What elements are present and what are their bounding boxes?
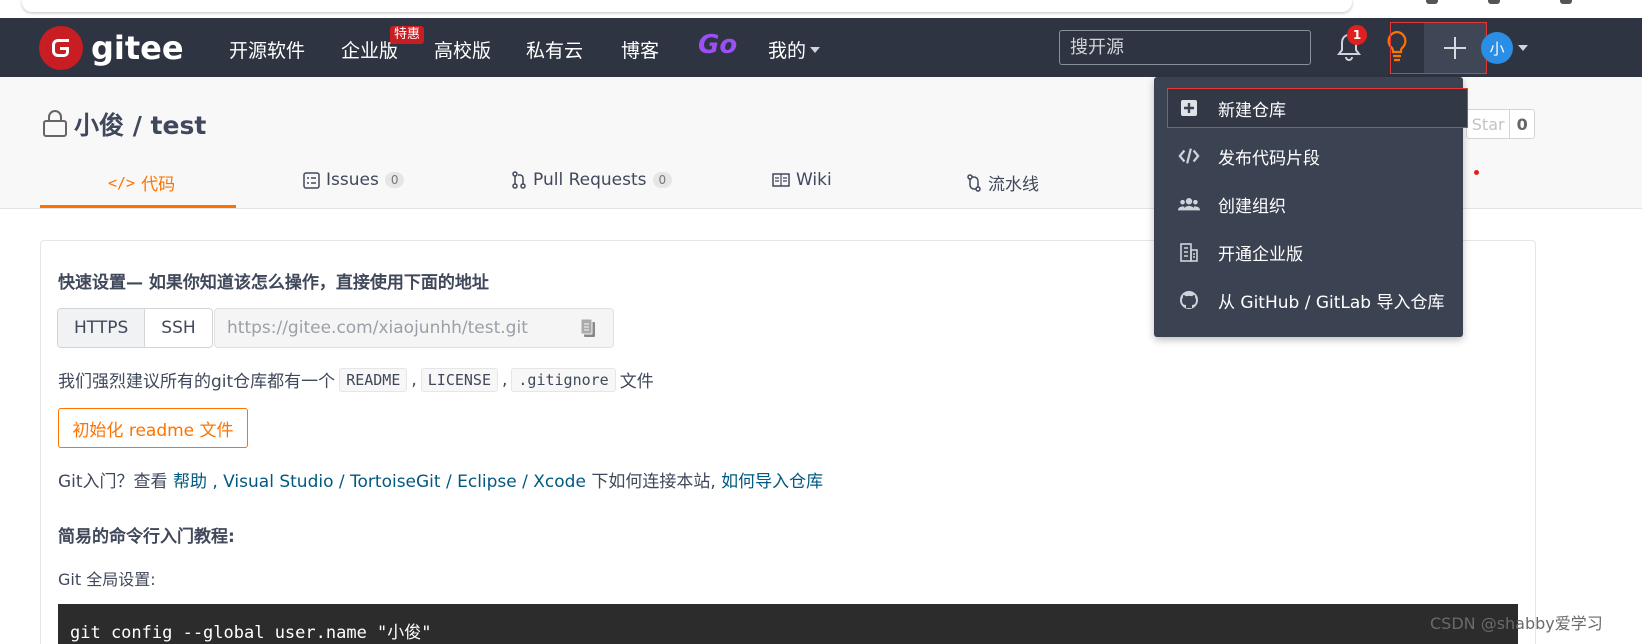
browser-address-bar xyxy=(0,0,1642,18)
tab-issues[interactable]: Issues 0 xyxy=(303,170,405,190)
import-repo-link[interactable]: 如何导入仓库 xyxy=(721,472,823,492)
menu-item-label: 新建仓库 xyxy=(1218,100,1286,121)
profile-icon[interactable] xyxy=(1560,0,1572,4)
create-menu-highlight xyxy=(1390,22,1487,74)
intro-mid: 下如何连接本站, xyxy=(585,472,722,492)
gitee-logo[interactable]: gitee xyxy=(39,26,184,70)
lock-icon xyxy=(43,110,67,137)
tab-pipeline-label: 流水线 xyxy=(988,175,1039,195)
tab-code[interactable]: </> 代码 xyxy=(108,170,176,196)
wiki-icon xyxy=(772,173,790,187)
code-icon: </> xyxy=(108,173,136,192)
watermark: CSDN @shabby爱学习 xyxy=(1430,614,1603,633)
star-button[interactable]: Star 0 xyxy=(1466,109,1535,139)
menu-item-label: 开通企业版 xyxy=(1218,244,1303,265)
nav-mine[interactable]: 我的 xyxy=(768,36,821,63)
nav-education[interactable]: 高校版 xyxy=(434,36,491,63)
cli-tutorial-title: 简易的命令行入门教程: xyxy=(58,527,235,547)
https-button[interactable]: HTTPS xyxy=(58,309,146,347)
gitignore-tag: .gitignore xyxy=(511,367,616,392)
pull-requests-count: 0 xyxy=(652,172,673,188)
git-global-setting-label: Git 全局设置: xyxy=(58,570,156,589)
menu-item-create-org[interactable]: 创建组织 xyxy=(1154,181,1463,227)
nav-private-cloud[interactable]: 私有云 xyxy=(526,36,583,63)
code-icon xyxy=(1178,146,1200,166)
logo-text: gitee xyxy=(91,29,184,67)
protocol-switch: HTTPS SSH xyxy=(57,308,213,348)
gitee-logo-icon xyxy=(39,26,83,70)
new-indicator-dot xyxy=(1474,170,1479,175)
avatar-chevron-down-icon[interactable] xyxy=(1518,45,1528,51)
star-label: Star xyxy=(1467,110,1511,138)
plus-square-icon xyxy=(1178,98,1200,118)
tab-pull-requests-label: Pull Requests xyxy=(533,170,647,190)
star-count: 0 xyxy=(1516,114,1528,134)
tab-issues-label: Issues xyxy=(326,170,379,190)
building-icon xyxy=(1178,242,1200,262)
git-intro-text: Git入门？查看 帮助 , Visual Studio / TortoiseGi… xyxy=(58,467,823,492)
nav-go[interactable]: Go xyxy=(698,30,737,60)
chevron-down-icon xyxy=(810,46,821,53)
advise-prefix: 我们强烈建议所有的git仓库都有一个 xyxy=(58,372,336,392)
search-input[interactable] xyxy=(1059,30,1311,65)
menu-item-new-repo[interactable]: 新建仓库 xyxy=(1154,85,1463,131)
separator: , xyxy=(411,369,417,390)
copy-icon[interactable] xyxy=(580,318,596,338)
advise-suffix: 文件 xyxy=(619,372,654,392)
intro-prefix: Git入门？查看 xyxy=(58,472,173,492)
github-icon xyxy=(1178,290,1200,310)
address-field[interactable] xyxy=(22,0,1352,12)
code-block: git config --global user.name "小俊" xyxy=(58,604,1518,644)
recommend-files-text: 我们强烈建议所有的git仓库都有一个 README , LICENSE , .g… xyxy=(58,367,654,392)
menu-item-import-repo[interactable]: 从 GitHub / GitLab 导入仓库 xyxy=(1154,277,1463,323)
avatar[interactable]: 小 xyxy=(1481,32,1513,64)
issues-icon xyxy=(303,171,320,189)
issues-count: 0 xyxy=(384,172,405,188)
users-icon xyxy=(1178,194,1200,214)
tab-wiki-label: Wiki xyxy=(796,170,832,190)
tab-pull-requests[interactable]: Pull Requests 0 xyxy=(511,170,673,190)
readme-tag: README xyxy=(339,367,408,392)
browser-menu-icon[interactable] xyxy=(1488,0,1500,4)
nav-mine-label: 我的 xyxy=(768,40,807,62)
clone-url-field[interactable]: https://gitee.com/xiaojunhh/test.git xyxy=(214,308,614,348)
extension-icon[interactable] xyxy=(1426,0,1438,4)
init-readme-button[interactable]: 初始化 readme 文件 xyxy=(58,408,248,448)
menu-item-label: 创建组织 xyxy=(1218,196,1286,217)
pull-request-icon xyxy=(512,171,526,189)
tab-pipeline[interactable]: 流水线 xyxy=(966,170,1039,195)
promo-badge: 特惠 xyxy=(390,26,425,44)
ssh-button[interactable]: SSH xyxy=(145,309,211,347)
tab-code-label: 代码 xyxy=(141,175,176,195)
nav-open-source[interactable]: 开源软件 xyxy=(229,36,305,63)
help-link[interactable]: 帮助 xyxy=(173,472,207,492)
active-tab-indicator xyxy=(40,205,236,208)
tab-wiki[interactable]: Wiki xyxy=(772,170,832,190)
menu-item-label: 发布代码片段 xyxy=(1218,148,1320,169)
menu-item-publish-snippet[interactable]: 发布代码片段 xyxy=(1154,133,1463,179)
tools-link[interactable]: , Visual Studio / TortoiseGit / Eclipse … xyxy=(207,472,586,492)
nav-blog[interactable]: 博客 xyxy=(621,36,659,63)
quick-setup-title: 快速设置— 如果你知道该怎么操作，直接使用下面的地址 xyxy=(58,273,489,293)
menu-item-label: 从 GitHub / GitLab 导入仓库 xyxy=(1218,292,1445,313)
repo-title[interactable]: 小俊 / test xyxy=(74,106,206,142)
separator: , xyxy=(502,369,508,390)
pipeline-icon xyxy=(967,173,981,192)
notification-badge: 1 xyxy=(1347,25,1367,45)
menu-item-enterprise[interactable]: 开通企业版 xyxy=(1154,229,1463,275)
license-tag: LICENSE xyxy=(420,367,498,392)
